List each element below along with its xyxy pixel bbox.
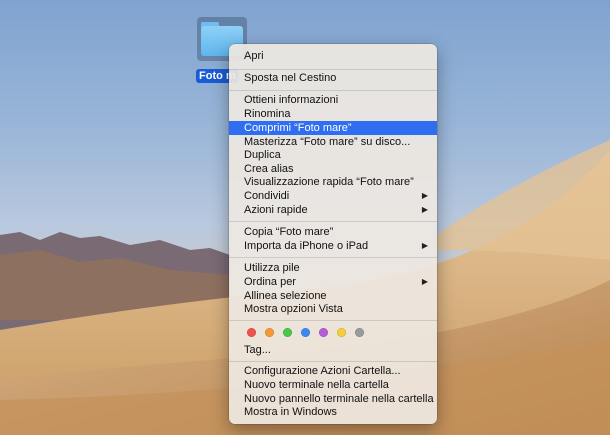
tag-color-blue[interactable] [301, 328, 310, 337]
menu-item-configurazione-azioni-cartella[interactable]: Configurazione Azioni Cartella... [229, 364, 437, 378]
menu-item-duplica[interactable]: Duplica [229, 148, 437, 162]
submenu-arrow-icon: ▶ [421, 205, 428, 214]
menu-item-masterizza[interactable]: Masterizza “Foto mare” su disco... [229, 135, 437, 149]
submenu-arrow-icon: ▶ [421, 191, 428, 200]
menu-item-rinomina[interactable]: Rinomina [229, 107, 437, 121]
menu-item-sposta-nel-cestino[interactable]: Sposta nel Cestino [229, 71, 437, 85]
context-menu: Apri Sposta nel Cestino Ottieni informaz… [229, 44, 437, 424]
menu-separator [229, 361, 437, 362]
menu-item-visualizzazione-rapida[interactable]: Visualizzazione rapida “Foto mare” [229, 175, 437, 189]
submenu-arrow-icon: ▶ [421, 277, 428, 286]
menu-item-comprimi[interactable]: Comprimi “Foto mare” [229, 121, 437, 135]
menu-item-copia[interactable]: Copia “Foto mare” [229, 225, 437, 239]
menu-item-importa-da-iphone[interactable]: Importa da iPhone o iPad ▶ [229, 239, 437, 253]
menu-item-mostra-opzioni-vista[interactable]: Mostra opzioni Vista [229, 302, 437, 316]
menu-separator [229, 221, 437, 222]
tag-color-red[interactable] [247, 328, 256, 337]
tag-color-yellow[interactable] [337, 328, 346, 337]
menu-separator [229, 320, 437, 321]
menu-item-ottieni-informazioni[interactable]: Ottieni informazioni [229, 93, 437, 107]
menu-item-azioni-rapide[interactable]: Azioni rapide ▶ [229, 203, 437, 217]
menu-item-apri[interactable]: Apri [229, 49, 437, 63]
menu-item-utilizza-pile[interactable]: Utilizza pile [229, 261, 437, 275]
menu-separator [229, 69, 437, 70]
submenu-arrow-icon: ▶ [421, 241, 428, 250]
menu-item-nuovo-terminale[interactable]: Nuovo terminale nella cartella [229, 378, 437, 392]
menu-item-tag[interactable]: Tag... [229, 343, 437, 357]
tag-color-gray[interactable] [355, 328, 364, 337]
tag-color-purple[interactable] [319, 328, 328, 337]
menu-item-allinea-selezione[interactable]: Allinea selezione [229, 289, 437, 303]
menu-item-nuovo-pannello-terminale[interactable]: Nuovo pannello terminale nella cartella [229, 392, 437, 406]
menu-separator [229, 257, 437, 258]
menu-separator [229, 90, 437, 91]
tag-color-green[interactable] [283, 328, 292, 337]
menu-item-crea-alias[interactable]: Crea alias [229, 162, 437, 176]
tag-color-orange[interactable] [265, 328, 274, 337]
menu-item-condividi[interactable]: Condividi ▶ [229, 189, 437, 203]
menu-item-ordina-per[interactable]: Ordina per ▶ [229, 275, 437, 289]
menu-item-mostra-in-windows[interactable]: Mostra in Windows [229, 405, 437, 419]
